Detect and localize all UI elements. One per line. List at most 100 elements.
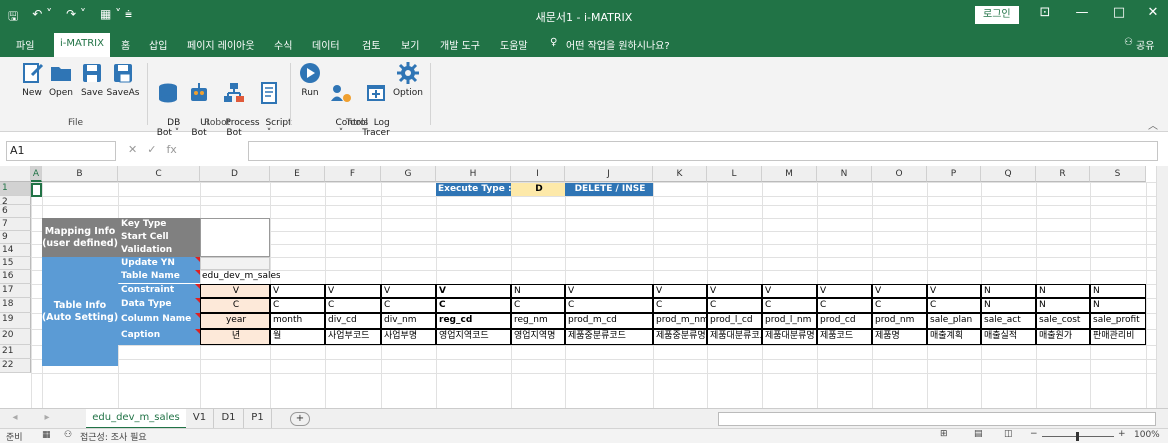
add-sheet-button[interactable]: + (290, 412, 310, 426)
column-header-c[interactable]: C (118, 166, 200, 182)
log-tracer-button[interactable]: Log Tracer (360, 61, 392, 148)
caption-cell[interactable]: 매출실적 (981, 329, 1036, 345)
constraint-cell[interactable]: V (270, 284, 325, 298)
constraint-cell[interactable]: V (436, 284, 511, 298)
collapse-ribbon-icon[interactable]: ︿ (1148, 117, 1158, 132)
row-header-22[interactable]: 22 (0, 359, 31, 373)
control-button[interactable]: Control ˅ (324, 61, 368, 148)
constraint-cell[interactable]: V (817, 284, 872, 298)
data-type-cell[interactable]: C (436, 298, 511, 313)
column-name-cell[interactable]: sale_profit (1090, 313, 1146, 329)
mapping-values-box[interactable] (200, 218, 270, 257)
data-type-cell[interactable]: C (707, 298, 762, 313)
row-header-14[interactable]: 14 (0, 244, 31, 257)
column-header-b[interactable]: B (42, 166, 118, 182)
share-icon[interactable]: ⚇ (1124, 37, 1133, 48)
tab-sheet-edu-dev-m-sales[interactable]: edu_dev_m_sales (86, 409, 186, 429)
close-icon[interactable]: ✕ (1138, 5, 1168, 20)
column-header-k[interactable]: K (653, 166, 707, 182)
row-header-21[interactable]: 21 (0, 345, 31, 359)
constraint-cell[interactable]: N (981, 284, 1036, 298)
column-name-cell[interactable]: prod_l_nm (762, 313, 817, 329)
constraint-cell[interactable]: V (707, 284, 762, 298)
ribbon-display-icon[interactable]: ⊡ (1030, 5, 1060, 20)
column-header-e[interactable]: E (270, 166, 325, 182)
column-header-n[interactable]: N (817, 166, 872, 182)
zoom-slider-thumb[interactable] (1076, 432, 1079, 441)
tab-imatrix[interactable]: i-MATRIX (54, 33, 110, 57)
tab-formulas[interactable]: 수식 (274, 37, 292, 52)
data-type-cell[interactable]: C (200, 298, 270, 313)
page-layout-icon[interactable]: ▤ (974, 429, 983, 439)
cancel-icon[interactable]: ✕ (128, 143, 137, 156)
caption-cell[interactable]: 매출계획 (927, 329, 981, 345)
vertical-scrollbar[interactable] (1156, 166, 1168, 408)
zoom-out-icon[interactable]: − (1030, 429, 1038, 439)
row-header-19[interactable]: 19 (0, 313, 31, 329)
data-type-cell[interactable]: C (325, 298, 381, 313)
option-button[interactable]: Option (392, 61, 424, 98)
column-header-f[interactable]: F (325, 166, 381, 182)
run-button[interactable]: Run (298, 61, 322, 98)
data-type-cell[interactable]: C (872, 298, 927, 313)
enter-icon[interactable]: ✓ (147, 143, 156, 156)
constraint-cell[interactable]: N (1090, 284, 1146, 298)
constraint-cell[interactable]: V (200, 284, 270, 298)
column-header-m[interactable]: M (762, 166, 817, 182)
ui-bot-button[interactable]: UI Bot (186, 61, 212, 148)
column-header-l[interactable]: L (707, 166, 762, 182)
caption-cell[interactable]: 년 (200, 329, 270, 345)
db-bot-button[interactable]: DB Bot ˅ (153, 61, 183, 148)
column-header-r[interactable]: R (1036, 166, 1090, 182)
row-header-20[interactable]: 20 (0, 329, 31, 345)
column-name-cell[interactable]: prod_m_cd (565, 313, 653, 329)
column-header-o[interactable]: O (872, 166, 927, 182)
worksheet-grid[interactable]: ABCDEFGHIJKLMNOPQRS 1 2 6 7 9 14 15 16 17 18 19 20 2… (0, 166, 1168, 408)
column-name-cell[interactable]: year (200, 313, 270, 329)
tab-review[interactable]: 검토 (362, 37, 380, 52)
tab-sheet-d1[interactable]: D1 (214, 409, 244, 429)
data-type-cell[interactable]: C (565, 298, 653, 313)
table-name-value[interactable]: edu_dev_m_sales (200, 270, 280, 283)
column-name-cell[interactable]: prod_nm (872, 313, 927, 329)
column-name-cell[interactable]: month (270, 313, 325, 329)
macro-record-icon[interactable]: ▦ (42, 430, 51, 440)
constraint-cell[interactable]: V (565, 284, 653, 298)
zoom-level[interactable]: 100% (1134, 430, 1160, 440)
open-button[interactable]: Open (46, 61, 76, 98)
caption-cell[interactable]: 사업부코드 (325, 329, 381, 345)
share-button[interactable]: 공유 (1136, 37, 1154, 52)
tab-insert[interactable]: 삽입 (149, 37, 167, 52)
caption-cell[interactable]: 제품코드 (817, 329, 872, 345)
caption-cell[interactable]: 제품중분류명 (653, 329, 707, 345)
constraint-cell[interactable]: N (1036, 284, 1090, 298)
data-type-cell[interactable]: C (653, 298, 707, 313)
horizontal-scrollbar[interactable] (718, 412, 1156, 426)
column-header-i[interactable]: I (511, 166, 565, 182)
row-header-6[interactable]: 6 (0, 205, 31, 218)
data-type-cell[interactable]: C (511, 298, 565, 313)
constraint-cell[interactable]: V (381, 284, 436, 298)
row-header-7[interactable]: 7 (0, 218, 31, 231)
page-break-icon[interactable]: ◫ (1004, 429, 1013, 439)
fx-icon[interactable]: fx (166, 143, 176, 156)
caption-cell[interactable]: 제품대분류명 (762, 329, 817, 345)
column-header-q[interactable]: Q (981, 166, 1036, 182)
tab-developer[interactable]: 개발 도구 (440, 37, 480, 52)
saveas-button[interactable]: SaveAs (106, 61, 140, 98)
column-name-cell[interactable]: prod_l_cd (707, 313, 762, 329)
constraint-cell[interactable]: V (872, 284, 927, 298)
row-header-15[interactable]: 15 (0, 257, 31, 270)
data-type-cell[interactable]: N (981, 298, 1036, 313)
column-header-h[interactable]: H (436, 166, 511, 182)
column-header-s[interactable]: S (1090, 166, 1146, 182)
caption-cell[interactable]: 월 (270, 329, 325, 345)
row-header-16[interactable]: 16 (0, 270, 31, 284)
column-name-cell[interactable]: prod_cd (817, 313, 872, 329)
tab-data[interactable]: 데이터 (312, 37, 340, 52)
caption-cell[interactable]: 제품중분류코드 (565, 329, 653, 345)
caption-cell[interactable]: 판매관리비 (1090, 329, 1146, 345)
tab-sheet-p1[interactable]: P1 (244, 409, 272, 429)
column-name-cell[interactable]: reg_nm (511, 313, 565, 329)
column-name-cell[interactable]: prod_m_nm (653, 313, 707, 329)
